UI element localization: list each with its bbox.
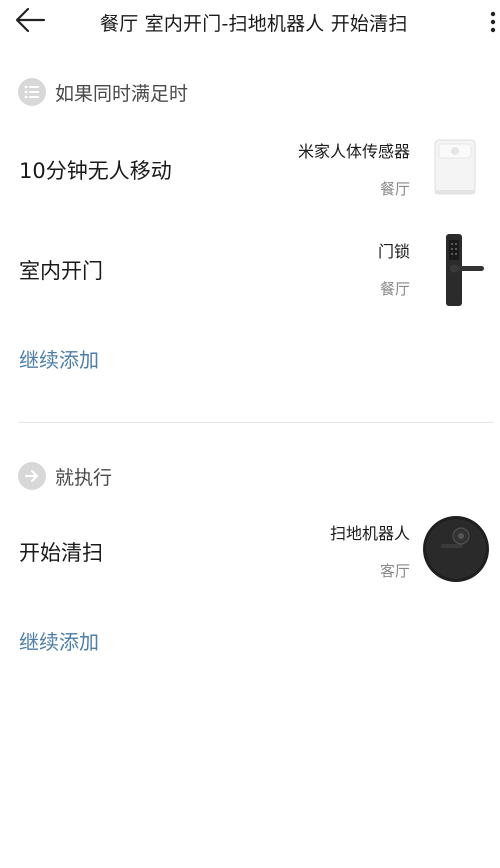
motion-sensor-image xyxy=(430,136,480,202)
condition-item-door[interactable]: 室内开门 门锁 餐厅 xyxy=(0,230,500,310)
conditions-label: 如果同时满足时 xyxy=(55,82,189,105)
section-divider xyxy=(18,422,494,423)
arrow-right-icon xyxy=(18,462,46,490)
page-title: 餐厅 室内开门-扫地机器人 开始清扫 xyxy=(100,13,408,35)
device-room: 餐厅 xyxy=(379,180,410,198)
condition-item-motion[interactable]: 10分钟无人移动 米家人体传感器 餐厅 xyxy=(0,130,500,210)
condition-title: 10分钟无人移动 xyxy=(19,159,172,183)
list-icon xyxy=(18,78,46,106)
device-name: 米家人体传感器 xyxy=(297,142,410,161)
device-name: 扫地机器人 xyxy=(329,524,410,543)
device-name: 门锁 xyxy=(377,242,410,261)
action-item-clean[interactable]: 开始清扫 扫地机器人 客厅 xyxy=(0,512,500,592)
action-title: 开始清扫 xyxy=(19,541,103,565)
device-room: 餐厅 xyxy=(379,280,410,298)
condition-title: 室内开门 xyxy=(19,259,103,283)
add-action-button[interactable]: 继续添加 xyxy=(19,626,99,655)
robot-vacuum-image xyxy=(421,514,491,588)
back-arrow-icon[interactable] xyxy=(14,6,48,36)
more-icon[interactable] xyxy=(487,8,500,34)
door-lock-image xyxy=(440,232,488,312)
top-bar: 餐厅 室内开门-扫地机器人 开始清扫 xyxy=(0,0,500,44)
device-room: 客厅 xyxy=(379,562,410,580)
actions-label: 就执行 xyxy=(55,466,113,489)
conditions-section-header: 如果同时满足时 xyxy=(18,77,188,107)
actions-section-header: 就执行 xyxy=(18,461,112,491)
add-condition-button[interactable]: 继续添加 xyxy=(19,344,99,373)
